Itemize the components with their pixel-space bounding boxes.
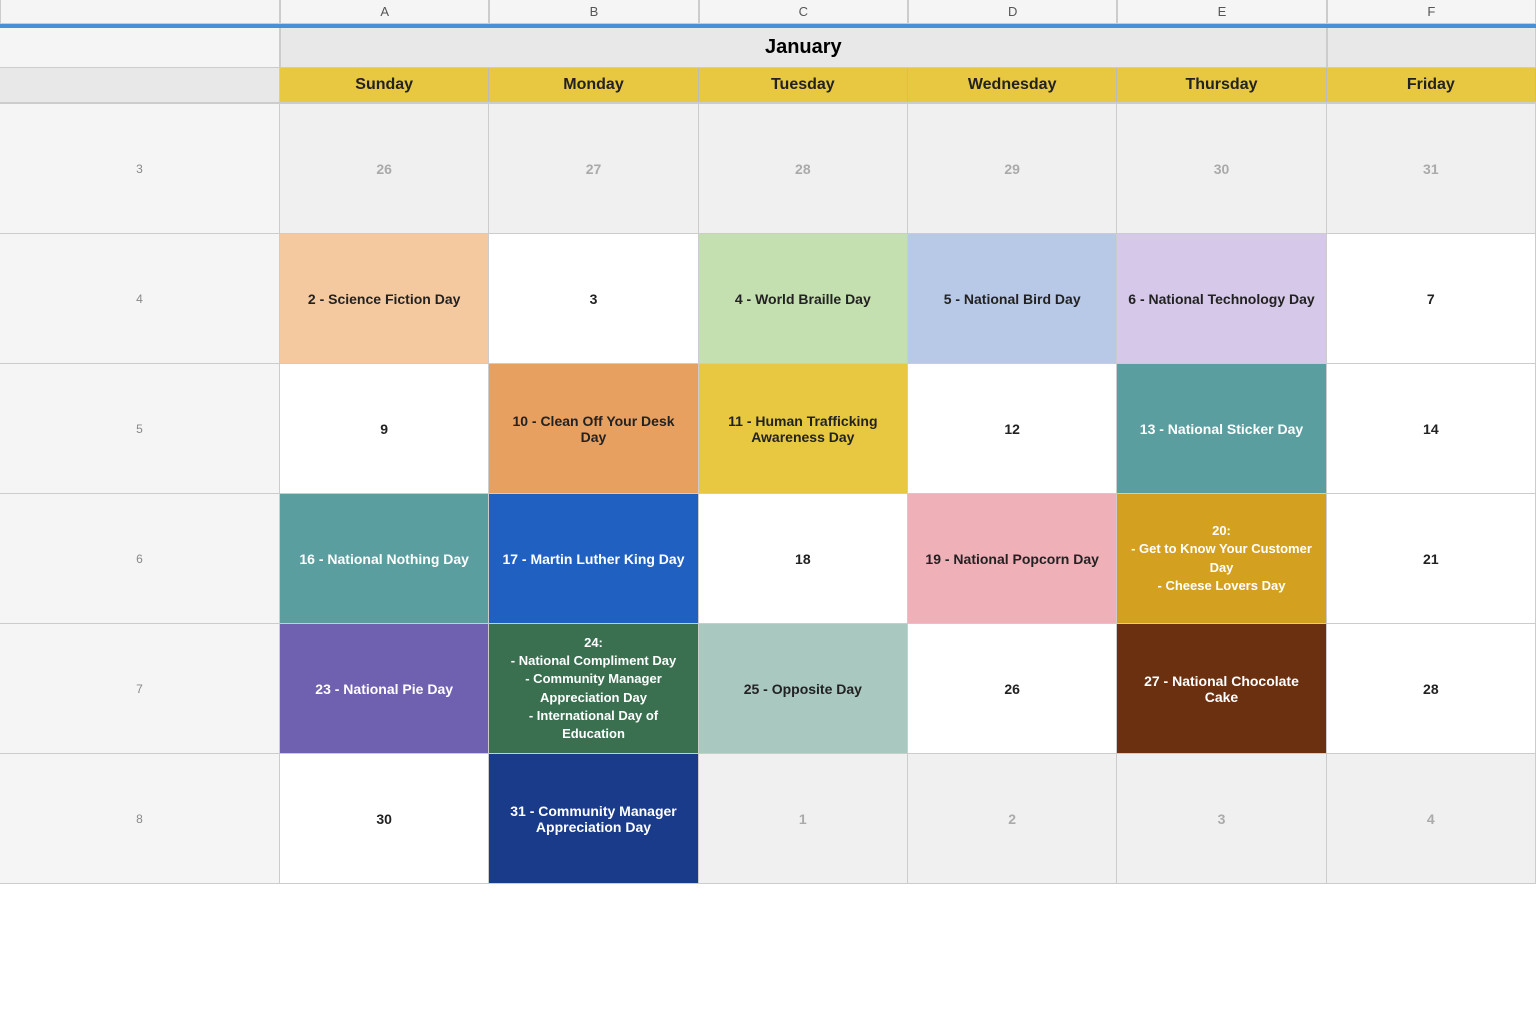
cal-cell-w2-d3: 12 [908, 364, 1117, 494]
cal-cell-w2-d4: 13 - National Sticker Day [1117, 364, 1326, 494]
cal-cell-w5-d1: 31 - Community Manager Appreciation Day [489, 754, 698, 884]
day-header-monday: Monday [489, 68, 698, 102]
day-header-tuesday: Tuesday [699, 68, 908, 102]
day-header-sunday: Sunday [280, 68, 489, 102]
cal-cell-w0-d2: 28 [699, 104, 908, 234]
day-header-friday: Friday [1327, 68, 1536, 102]
col-headers: A B C D E F [0, 0, 1536, 24]
cal-cell-w5-d2: 1 [699, 754, 908, 884]
row-num-2: 5 [0, 364, 280, 494]
cal-cell-w0-d4: 30 [1117, 104, 1326, 234]
col-header-e: E [1117, 0, 1326, 23]
day-header-thursday: Thursday [1117, 68, 1326, 102]
cal-cell-w4-d1: 24: - National Compliment Day - Communit… [489, 624, 698, 754]
row-num-4: 7 [0, 624, 280, 754]
col-header-d: D [908, 0, 1117, 23]
cal-cell-w1-d2: 4 - World Braille Day [699, 234, 908, 364]
row-label-1 [0, 28, 280, 67]
cal-cell-w3-d1: 17 - Martin Luther King Day [489, 494, 698, 624]
cal-cell-w2-d1: 10 - Clean Off Your Desk Day [489, 364, 698, 494]
row-num-5: 8 [0, 754, 280, 884]
cal-cell-w4-d5: 28 [1327, 624, 1536, 754]
cal-cell-w4-d4: 27 - National Chocolate Cake [1117, 624, 1326, 754]
day-header-wednesday: Wednesday [908, 68, 1117, 102]
month-title-filler [1327, 28, 1536, 67]
cal-cell-w5-d3: 2 [908, 754, 1117, 884]
cal-cell-w2-d0: 9 [280, 364, 489, 494]
month-title: January [280, 28, 1327, 67]
cal-cell-w4-d3: 26 [908, 624, 1117, 754]
cal-cell-w0-d5: 31 [1327, 104, 1536, 234]
row-num-3: 6 [0, 494, 280, 624]
cal-cell-w1-d5: 7 [1327, 234, 1536, 364]
cal-cell-w5-d0: 30 [280, 754, 489, 884]
col-header-b: B [489, 0, 698, 23]
spreadsheet: A B C D E F January Sunday Monday Tuesda… [0, 0, 1536, 884]
cal-cell-w1-d1: 3 [489, 234, 698, 364]
cal-cell-w0-d1: 27 [489, 104, 698, 234]
cal-cell-w3-d0: 16 - National Nothing Day [280, 494, 489, 624]
cal-cell-w3-d4: 20: - Get to Know Your Customer Day - Ch… [1117, 494, 1326, 624]
cal-cell-w2-d5: 14 [1327, 364, 1536, 494]
row-num-1: 4 [0, 234, 280, 364]
calendar-grid: 326272829303142 - Science Fiction Day34 … [0, 104, 1536, 884]
cal-cell-w0-d0: 26 [280, 104, 489, 234]
cal-cell-w4-d2: 25 - Opposite Day [699, 624, 908, 754]
col-header-row [0, 0, 280, 23]
col-header-f: F [1327, 0, 1536, 23]
cal-cell-w5-d4: 3 [1117, 754, 1326, 884]
cal-cell-w2-d2: 11 - Human Trafficking Awareness Day [699, 364, 908, 494]
cal-cell-w1-d3: 5 - National Bird Day [908, 234, 1117, 364]
day-header-empty [0, 68, 280, 102]
cal-cell-w1-d4: 6 - National Technology Day [1117, 234, 1326, 364]
cal-cell-w4-d0: 23 - National Pie Day [280, 624, 489, 754]
cal-cell-w3-d5: 21 [1327, 494, 1536, 624]
month-title-row: January [0, 28, 1536, 68]
col-header-a: A [280, 0, 489, 23]
cal-cell-w5-d5: 4 [1327, 754, 1536, 884]
row-num-0: 3 [0, 104, 280, 234]
col-header-c: C [699, 0, 908, 23]
cal-cell-w1-d0: 2 - Science Fiction Day [280, 234, 489, 364]
cal-cell-w3-d2: 18 [699, 494, 908, 624]
cal-cell-w3-d3: 19 - National Popcorn Day [908, 494, 1117, 624]
cal-cell-w0-d3: 29 [908, 104, 1117, 234]
day-headers: Sunday Monday Tuesday Wednesday Thursday… [0, 68, 1536, 104]
